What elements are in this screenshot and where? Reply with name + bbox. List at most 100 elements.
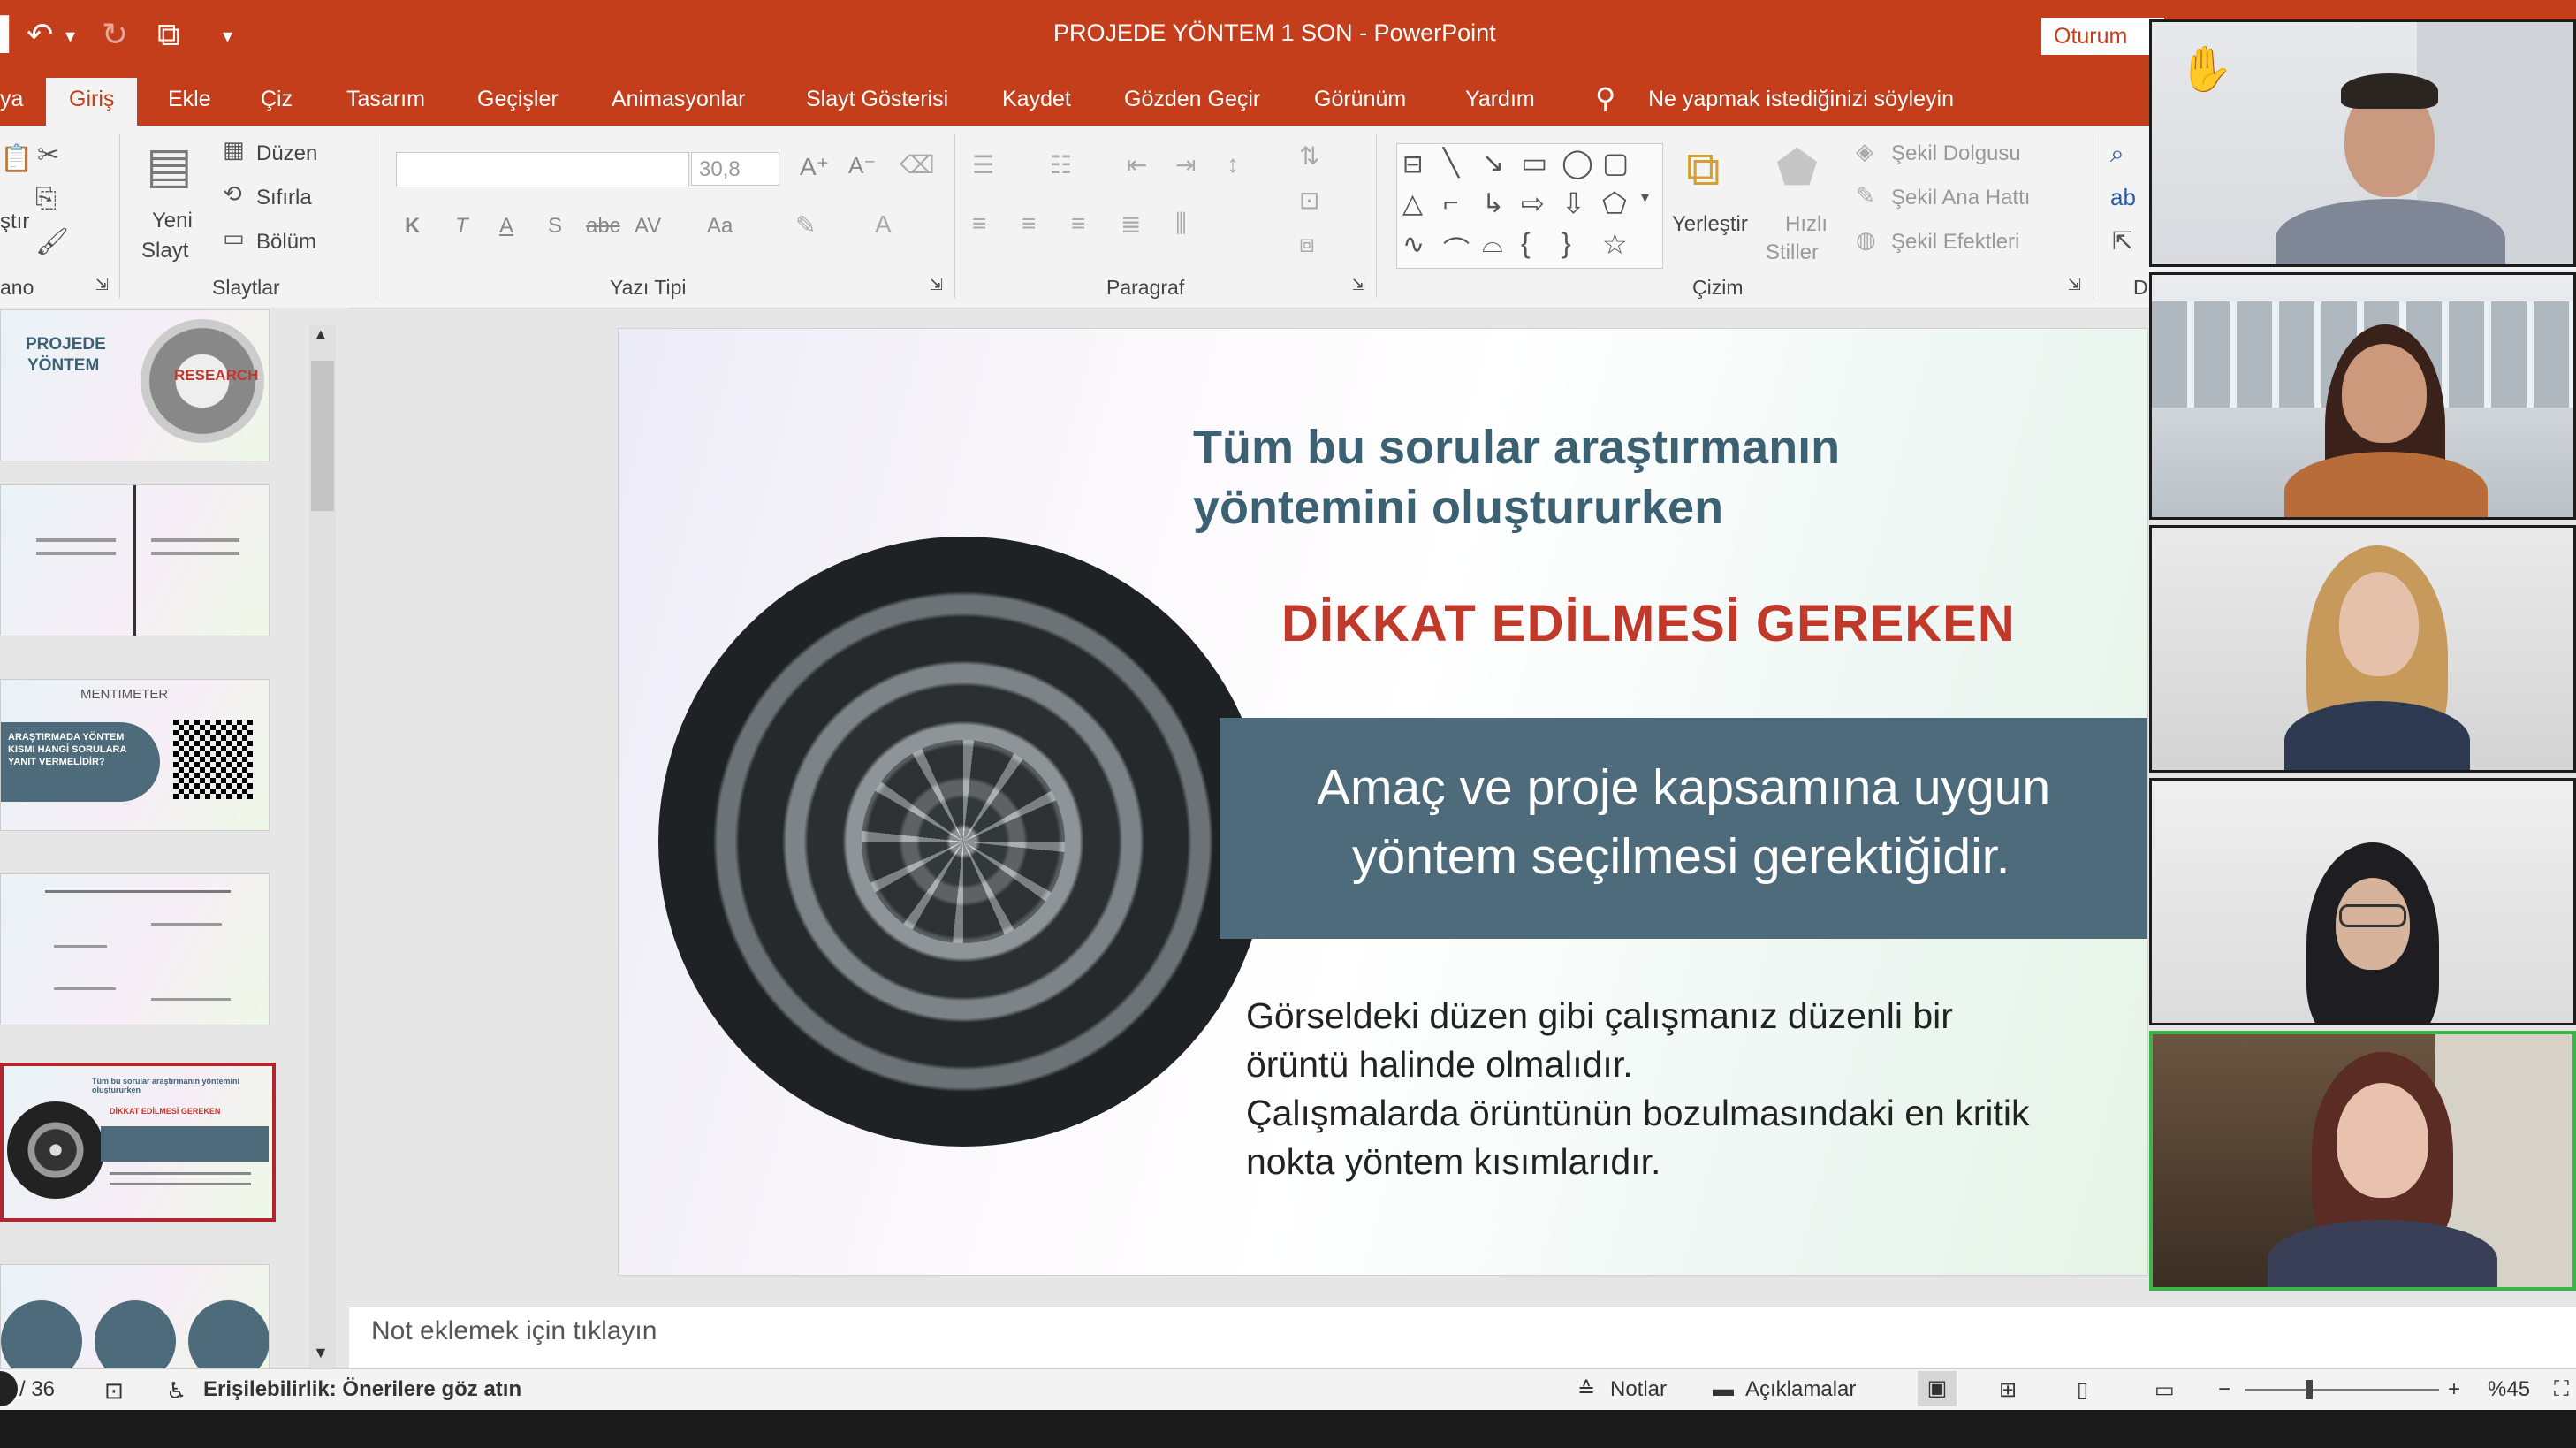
right-arrow-shape-icon[interactable]: ⇨ — [1521, 187, 1545, 220]
scroll-up-icon[interactable]: ▲ — [313, 325, 329, 344]
tab-animations[interactable]: Animasyonlar — [612, 87, 745, 112]
participant-video-5-active-speaker[interactable] — [2149, 1031, 2576, 1291]
textbox-shape-icon[interactable]: ⊟ — [1402, 149, 1423, 179]
slide-thumbnail-6[interactable] — [0, 1264, 270, 1370]
shape-effects-button[interactable]: Şekil Efektleri — [1891, 230, 2019, 255]
increase-font-icon[interactable]: A⁺ — [800, 152, 829, 181]
tab-insert[interactable]: Ekle — [168, 87, 211, 112]
new-slide-label-1[interactable]: Yeni — [152, 209, 193, 233]
rectangle-shape-icon[interactable]: ▭ — [1521, 146, 1547, 179]
slide-thumbnail-1[interactable]: PROJEDE YÖNTEM RESEARCH — [0, 309, 270, 461]
clear-format-icon[interactable]: ⌫ — [900, 150, 935, 179]
tab-design[interactable]: Tasarım — [346, 87, 425, 112]
clipboard-launcher-icon[interactable]: ⇲ — [95, 276, 109, 294]
numbering-icon[interactable]: ☷ — [1050, 150, 1072, 179]
paste-label[interactable]: ştır — [0, 210, 29, 234]
paragraph-launcher-icon[interactable]: ⇲ — [1352, 276, 1365, 294]
shadow-button[interactable]: S — [548, 214, 562, 239]
accessibility-status[interactable]: Erişilebilirlik: Önerilere göz atın — [203, 1377, 521, 1402]
zoom-level[interactable]: %45 — [2488, 1377, 2530, 1402]
layout-button[interactable]: Düzen — [256, 141, 317, 166]
align-right-icon[interactable]: ≡ — [1071, 210, 1085, 238]
arrow-line-shape-icon[interactable]: ↘ — [1482, 148, 1504, 179]
tab-view[interactable]: Görünüm — [1314, 87, 1406, 112]
font-color-icon[interactable]: A — [875, 210, 892, 239]
underline-button[interactable]: A — [499, 214, 513, 239]
quick-styles-icon[interactable]: ⬟ — [1776, 140, 1818, 195]
undo-icon[interactable]: ↶ — [27, 16, 53, 53]
decrease-font-icon[interactable]: A⁻ — [848, 152, 876, 179]
new-slide-icon[interactable]: ▤ — [146, 136, 193, 194]
cut-icon[interactable]: ✂ — [37, 140, 59, 171]
select-icon[interactable]: ⇱ — [2112, 226, 2132, 255]
right-brace-shape-icon[interactable]: } — [1562, 227, 1571, 260]
strikethrough-button[interactable]: abc — [586, 214, 620, 239]
freeform-shape-icon[interactable]: ∿ — [1402, 229, 1425, 260]
notes-pane[interactable]: Not eklemek için tıklayın — [349, 1307, 2576, 1369]
shape-fill-button[interactable]: Şekil Dolgusu — [1891, 141, 2021, 166]
reset-icon[interactable]: ⟲ — [223, 180, 242, 208]
paste-icon[interactable]: 📋 — [0, 143, 33, 174]
thumbnails-scrollbar[interactable]: ▲ ▼ — [309, 325, 336, 1382]
tab-help[interactable]: Yardım — [1465, 87, 1535, 112]
zoom-in-icon[interactable]: + — [2448, 1377, 2460, 1402]
increase-indent-icon[interactable]: ⇥ — [1175, 150, 1196, 179]
shapes-more-icon[interactable]: ▾ — [1641, 188, 1649, 207]
participant-video-3[interactable] — [2149, 525, 2576, 773]
tab-record[interactable]: Kaydet — [1002, 87, 1071, 112]
character-spacing-button[interactable]: AV — [635, 214, 661, 239]
scrollbar-thumb[interactable] — [311, 361, 334, 511]
tab-transitions[interactable]: Geçişler — [477, 87, 559, 112]
customize-quick-access-icon[interactable]: ▾ — [223, 25, 232, 48]
font-size-select[interactable]: 30,8 — [691, 152, 779, 186]
normal-view-icon[interactable]: ▣ — [1918, 1371, 1957, 1406]
slide-thumbnail-2[interactable] — [0, 484, 270, 636]
drawing-launcher-icon[interactable]: ⇲ — [2068, 276, 2081, 294]
curve-shape-icon[interactable]: ⌒ — [1443, 229, 1470, 268]
format-painter-icon[interactable]: 🖌 — [35, 226, 69, 257]
tab-review[interactable]: Gözden Geçir — [1124, 87, 1260, 112]
shape-effects-icon[interactable]: ◍ — [1856, 226, 1876, 254]
fit-slide-icon[interactable]: ⛶ — [2554, 1377, 2569, 1402]
decrease-indent-icon[interactable]: ⇤ — [1127, 150, 1147, 179]
slide-canvas[interactable]: Tüm bu sorular araştırmanın yöntemini ol… — [619, 329, 2147, 1275]
tab-home[interactable]: Giriş — [46, 78, 138, 126]
arrange-icon[interactable]: ⧉ — [1686, 141, 1721, 197]
align-text-icon[interactable]: ⊡ — [1299, 186, 1319, 215]
section-icon[interactable]: ▭ — [223, 225, 245, 252]
accessibility-icon[interactable]: ♿ — [166, 1377, 186, 1405]
redo-icon[interactable]: ↻ — [102, 16, 128, 53]
align-left-icon[interactable]: ≡ — [972, 210, 986, 238]
reset-button[interactable]: Sıfırla — [256, 186, 312, 210]
zoom-slider-thumb[interactable] — [2305, 1380, 2313, 1399]
font-name-select[interactable] — [396, 152, 689, 187]
columns-icon[interactable]: ⫼ — [1175, 210, 1187, 239]
slide-thumbnail-4[interactable] — [0, 873, 270, 1025]
notes-icon[interactable]: ≙ — [1577, 1377, 1595, 1403]
line-spacing-icon[interactable]: ↕ — [1227, 150, 1239, 179]
shape-outline-button[interactable]: Şekil Ana Hattı — [1891, 186, 2030, 210]
triangle-shape-icon[interactable]: △ — [1402, 188, 1423, 219]
arrange-button[interactable]: Yerleştir — [1672, 212, 1748, 237]
left-brace-shape-icon[interactable]: { — [1521, 227, 1531, 260]
zoom-out-icon[interactable]: − — [2218, 1377, 2230, 1402]
tell-me-search[interactable]: Ne yapmak istediğinizi söyleyin — [1648, 87, 1954, 112]
section-button[interactable]: Bölüm — [256, 230, 316, 255]
tab-file[interactable]: ya — [0, 87, 23, 112]
down-arrow-shape-icon[interactable]: ⇩ — [1562, 187, 1585, 220]
change-case-button[interactable]: Aa — [707, 214, 733, 239]
bullets-icon[interactable]: ☰ — [972, 150, 994, 179]
find-icon[interactable]: ⌕ — [2110, 140, 2124, 169]
shapes-gallery[interactable]: ⊟ ╲ ↘ ▭ ◯ ▢ △ ⌐ ↳ ⇨ ⇩ ⬠ ∿ ⌒ ⌓ { } ☆ ▾ — [1396, 143, 1663, 269]
participant-video-4[interactable] — [2149, 778, 2576, 1025]
slide-thumbnail-3[interactable]: MENTIMETER ARAŞTIRMADA YÖNTEM KISMI HANG… — [0, 679, 270, 831]
font-launcher-icon[interactable]: ⇲ — [930, 276, 943, 294]
italic-button[interactable]: T — [455, 214, 468, 239]
connector-shape-icon[interactable]: ⌐ — [1443, 188, 1459, 218]
slide-red-heading[interactable]: DİKKAT EDİLMESİ GEREKEN — [1281, 594, 2016, 653]
tab-draw[interactable]: Çiz — [261, 87, 293, 112]
shape-outline-icon[interactable]: ✎ — [1856, 182, 1875, 210]
quick-styles-label-1[interactable]: Hızlı — [1785, 212, 1828, 237]
highlight-icon[interactable]: ✎ — [795, 210, 816, 240]
comments-button[interactable]: Açıklamalar — [1745, 1377, 1856, 1402]
